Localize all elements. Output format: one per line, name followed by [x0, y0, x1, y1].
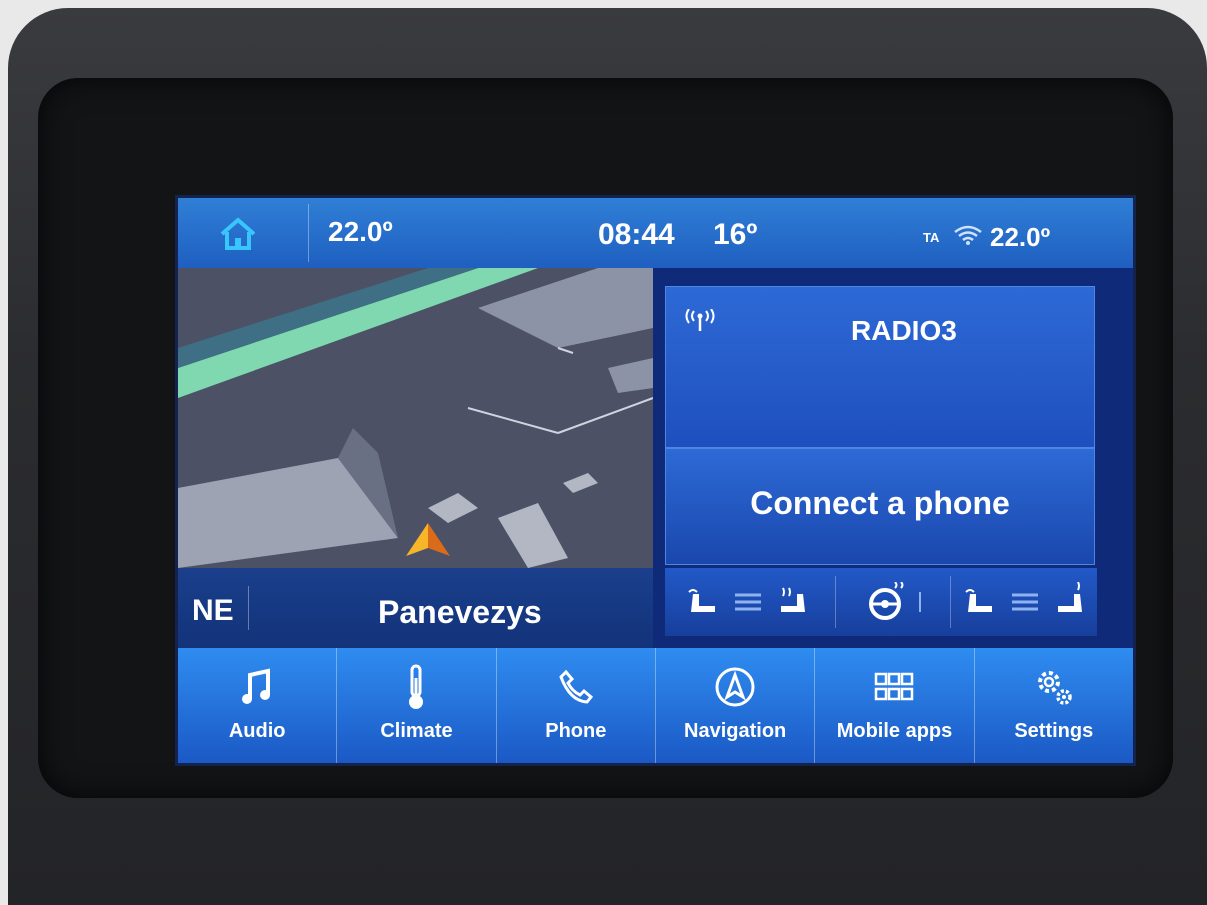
cooled-seat-driver-icon[interactable]: [773, 582, 813, 622]
clock: 08:44: [598, 218, 675, 251]
compass-heading: NE: [192, 594, 234, 627]
current-street-bar[interactable]: NE Panevezys: [178, 568, 653, 648]
connect-phone-tile[interactable]: Connect a phone: [665, 448, 1095, 565]
driver-seat-controls: [683, 578, 813, 626]
home-button[interactable]: [218, 216, 258, 252]
audio-label: Audio: [228, 720, 286, 742]
cabin-temp-right[interactable]: 22.0º: [990, 222, 1050, 253]
heated-seat-passenger-icon[interactable]: [960, 582, 1000, 622]
settings-label: Settings: [1014, 720, 1094, 742]
passenger-seat-controls: [960, 578, 1090, 626]
navigation-map[interactable]: [178, 268, 653, 568]
heated-steering-wheel-icon[interactable]: [865, 582, 909, 622]
seat-level-lines-icon: [1012, 593, 1038, 611]
navigation-arrow-icon: [715, 667, 755, 707]
phone-label: Phone: [545, 720, 607, 742]
apps-grid-icon: [875, 672, 914, 701]
thermometer-icon: [409, 664, 424, 709]
settings-button[interactable]: Settings: [974, 648, 1133, 763]
infotainment-screen: 22.0º 08:44 16º TA 22.0º NE Panevezys RA…: [175, 195, 1136, 766]
navigation-button[interactable]: Navigation: [655, 648, 816, 763]
heading-divider: [248, 586, 249, 630]
audio-tile[interactable]: RADIO3: [665, 286, 1095, 448]
audio-button[interactable]: Audio: [178, 648, 338, 763]
climate-seat-bar: [665, 568, 1097, 636]
bottom-navigation: Audio Climate Phone Navigation Mobile ap…: [178, 648, 1133, 763]
climate-button[interactable]: Climate: [337, 648, 497, 763]
climate-label: Climate: [380, 720, 453, 742]
navigation-label: Navigation: [684, 720, 787, 742]
map-graphic: [178, 268, 653, 568]
home-icon: [220, 217, 256, 250]
phone-handset-icon: [559, 669, 593, 704]
status-divider: [308, 204, 309, 262]
seat-divider: [835, 576, 836, 628]
traffic-announcement-indicator: TA: [923, 230, 940, 245]
status-bar: 22.0º 08:44 16º TA 22.0º: [178, 198, 1133, 268]
connect-phone-label: Connect a phone: [750, 485, 1010, 521]
cabin-temp-left[interactable]: 22.0º: [328, 216, 393, 248]
heated-seat-driver-icon[interactable]: [683, 582, 723, 622]
radio-signal-icon: [684, 308, 716, 336]
wifi-icon: [954, 225, 982, 245]
gears-icon: [1037, 671, 1072, 705]
seat-divider: [950, 576, 951, 628]
music-note-icon: [242, 668, 271, 704]
right-panel: RADIO3 Connect a phone: [653, 268, 1133, 648]
phone-button[interactable]: Phone: [496, 648, 656, 763]
radio-station-name: RADIO3: [851, 315, 957, 346]
heated-wheel-control: [865, 578, 921, 626]
outside-temperature: 16º: [713, 218, 758, 251]
mobile-apps-button[interactable]: Mobile apps: [815, 648, 975, 763]
cooled-seat-passenger-icon[interactable]: [1050, 582, 1090, 622]
wheel-level-bar: [919, 592, 921, 612]
current-street: Panevezys: [378, 594, 542, 630]
seat-level-lines-icon: [735, 593, 761, 611]
mobile-apps-label: Mobile apps: [836, 720, 953, 742]
